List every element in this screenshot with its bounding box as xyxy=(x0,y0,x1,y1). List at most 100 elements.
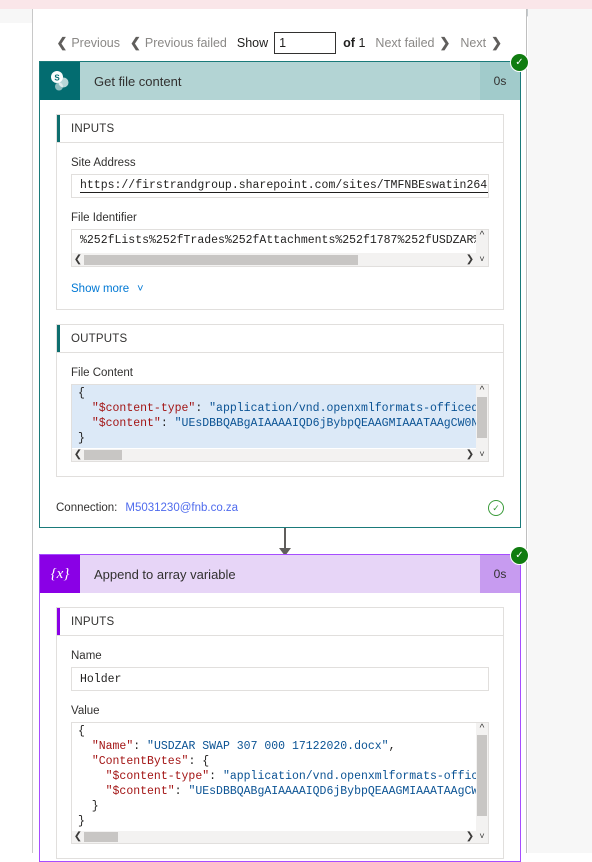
json-line: } xyxy=(78,815,85,828)
variable-icon: {x} xyxy=(40,555,80,593)
json-line: { xyxy=(78,387,85,400)
chevron-down-icon[interactable]: ˅ xyxy=(476,448,488,461)
page-number-input[interactable] xyxy=(274,32,337,54)
json-line: "$content": "UEsDBBQABgAIAAAAIQD6jBybpQE… xyxy=(105,785,476,798)
field-file-identifier: File Identifier %252fLists%252fTrades%25… xyxy=(71,212,489,267)
field-variable-value: Value { "Name": "USDZAR SWAP 307 000 171… xyxy=(71,705,489,844)
site-address-label: Site Address xyxy=(71,157,136,169)
variable-value-textarea[interactable]: { "Name": "USDZAR SWAP 307 000 17122020.… xyxy=(71,722,489,844)
of-label: of xyxy=(343,36,355,50)
card-header[interactable]: {x} Append to array variable 0s ✓ xyxy=(40,546,529,593)
chevron-left-icon[interactable]: ❮ xyxy=(72,831,84,843)
vscroll-track[interactable] xyxy=(476,735,488,830)
inputs-section: INPUTS Site Address https://firstrandgro… xyxy=(56,114,504,310)
chevron-right-icon: ❯ xyxy=(491,35,502,50)
hscroll-thumb[interactable] xyxy=(84,832,119,842)
check-icon: ✓ xyxy=(515,549,524,561)
connection-account-link[interactable]: M5031230@fnb.co.za xyxy=(125,502,238,514)
total-pages: 1 xyxy=(358,36,366,50)
connection-label: Connection: xyxy=(56,502,118,514)
run-history-panel: ❮ Previous ❮ Previous failed Show of 1 N… xyxy=(32,9,529,862)
variable-value-label: Value xyxy=(71,705,100,717)
show-more-label: Show more xyxy=(71,283,130,295)
previous-failed-label: Previous failed xyxy=(144,36,227,50)
next-failed-button[interactable]: Next failed ❯ xyxy=(375,35,450,51)
json-line: "$content": "UEsDBBQABgAIAAAAIQD6jBybpQE… xyxy=(91,417,476,430)
file-content-json: { "$content-type": "application/vnd.open… xyxy=(72,385,476,448)
variable-name-text: Holder xyxy=(80,672,122,686)
file-content-vscrollbar[interactable]: ^ xyxy=(476,385,488,448)
json-line: "Name": "USDZAR SWAP 307 000 17122020.do… xyxy=(91,740,396,753)
browser-top-band xyxy=(0,0,592,9)
hscroll-track[interactable] xyxy=(84,831,464,843)
variable-name-label: Name xyxy=(71,650,102,662)
hscroll-track[interactable] xyxy=(84,449,464,461)
variable-name-value[interactable]: Holder xyxy=(71,667,489,691)
hscroll-thumb[interactable] xyxy=(84,254,358,265)
card-title: Append to array variable xyxy=(94,566,236,582)
flow-connector-arrow xyxy=(278,528,292,556)
page-total: of 1 xyxy=(343,36,365,50)
chevron-up-icon[interactable]: ^ xyxy=(480,230,485,242)
vscroll-track[interactable] xyxy=(476,397,488,448)
connection-status-icon: ✓ xyxy=(488,500,504,516)
card-header[interactable]: S Get file content 0s ✓ xyxy=(40,53,529,100)
file-identifier-hscrollbar[interactable]: ❮ ❯ xyxy=(72,253,476,266)
file-content-hscrollbar[interactable]: ❮ ❯ xyxy=(72,449,476,461)
chevron-up-icon[interactable]: ^ xyxy=(480,385,485,397)
field-file-content: File Content { "$content-type": "applica… xyxy=(71,367,489,462)
variable-value-json: { "Name": "USDZAR SWAP 307 000 17122020.… xyxy=(72,723,476,830)
sharepoint-icon: S xyxy=(40,62,80,100)
status-badge-success: ✓ xyxy=(510,53,529,72)
action-card-get-file-content[interactable]: S Get file content 0s ✓ INPUTS Site Addr… xyxy=(39,53,529,528)
field-variable-name: Name Holder xyxy=(71,650,489,691)
json-line: "$content-type": "application/vnd.openxm… xyxy=(105,770,476,783)
chevron-left-icon[interactable]: ❮ xyxy=(72,449,84,461)
chevron-down-icon[interactable]: ˅ xyxy=(476,253,488,266)
file-identifier-value[interactable]: %252fLists%252fTrades%252fAttachments%25… xyxy=(71,229,489,267)
outputs-heading: OUTPUTS xyxy=(57,325,503,353)
card-body: INPUTS Name Holder Value { "Name": "USDZ… xyxy=(40,593,520,859)
chevron-left-icon[interactable]: ❮ xyxy=(72,254,84,266)
connection-row: Connection: M5031230@fnb.co.za ✓ xyxy=(56,491,504,525)
chevron-up-icon[interactable]: ^ xyxy=(480,723,485,735)
variable-glyph: {x} xyxy=(50,565,70,582)
page-right-margin xyxy=(528,9,592,853)
action-card-append-to-array-variable[interactable]: {x} Append to array variable 0s ✓ INPUTS… xyxy=(39,546,529,862)
file-identifier-vscrollbar[interactable]: ^ xyxy=(476,230,488,253)
previous-failed-button[interactable]: ❮ Previous failed xyxy=(130,35,227,51)
vscroll-track[interactable] xyxy=(476,242,488,253)
file-content-label: File Content xyxy=(71,367,134,379)
site-address-text: https://firstrandgroup.sharepoint.com/si… xyxy=(80,179,488,193)
outputs-body: File Content { "$content-type": "applica… xyxy=(57,353,503,476)
vscroll-thumb[interactable] xyxy=(477,735,487,816)
hscroll-thumb[interactable] xyxy=(84,450,122,460)
inputs-body: Site Address https://firstrandgroup.shar… xyxy=(57,143,503,309)
next-failed-label: Next failed xyxy=(375,36,435,50)
site-address-value[interactable]: https://firstrandgroup.sharepoint.com/si… xyxy=(71,174,489,198)
svg-text:S: S xyxy=(54,73,60,82)
run-pager: ❮ Previous ❮ Previous failed Show of 1 N… xyxy=(33,26,526,60)
chevron-right-icon[interactable]: ❯ xyxy=(464,449,476,461)
field-site-address: Site Address https://firstrandgroup.shar… xyxy=(71,157,489,198)
connector-stem xyxy=(284,528,286,549)
previous-button[interactable]: ❮ Previous xyxy=(56,35,120,51)
hscroll-track[interactable] xyxy=(84,254,464,266)
json-line: "ContentBytes": { xyxy=(91,755,210,768)
show-label: Show xyxy=(236,36,269,50)
variable-value-hscrollbar[interactable]: ❮ ❯ xyxy=(72,831,476,843)
chevron-right-icon[interactable]: ❯ xyxy=(464,831,476,843)
chevron-down-icon[interactable]: ˅ xyxy=(476,830,488,843)
vscroll-thumb[interactable] xyxy=(477,397,487,438)
file-content-value[interactable]: { "$content-type": "application/vnd.open… xyxy=(71,384,489,462)
chevron-right-icon[interactable]: ❯ xyxy=(464,254,476,266)
inputs-heading: INPUTS xyxy=(57,608,503,636)
json-line: } xyxy=(78,432,85,445)
card-title: Get file content xyxy=(94,73,182,89)
file-identifier-text: %252fLists%252fTrades%252fAttachments%25… xyxy=(80,234,488,247)
variable-value-vscrollbar[interactable]: ^ xyxy=(476,723,488,830)
chevron-down-icon: ˅ xyxy=(137,283,144,295)
next-button[interactable]: Next ❯ xyxy=(460,35,502,51)
check-icon: ✓ xyxy=(515,56,524,68)
show-more-button[interactable]: Show more ˅ xyxy=(71,283,144,295)
